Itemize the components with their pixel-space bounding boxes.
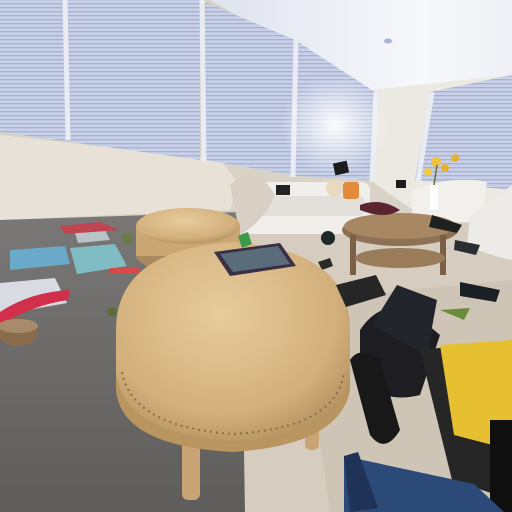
scene: [0, 0, 512, 512]
sun-glare: [280, 75, 390, 175]
scene-drawing: [0, 0, 512, 512]
window-blinds-left: [0, 0, 200, 160]
ceiling-light: [384, 38, 392, 44]
